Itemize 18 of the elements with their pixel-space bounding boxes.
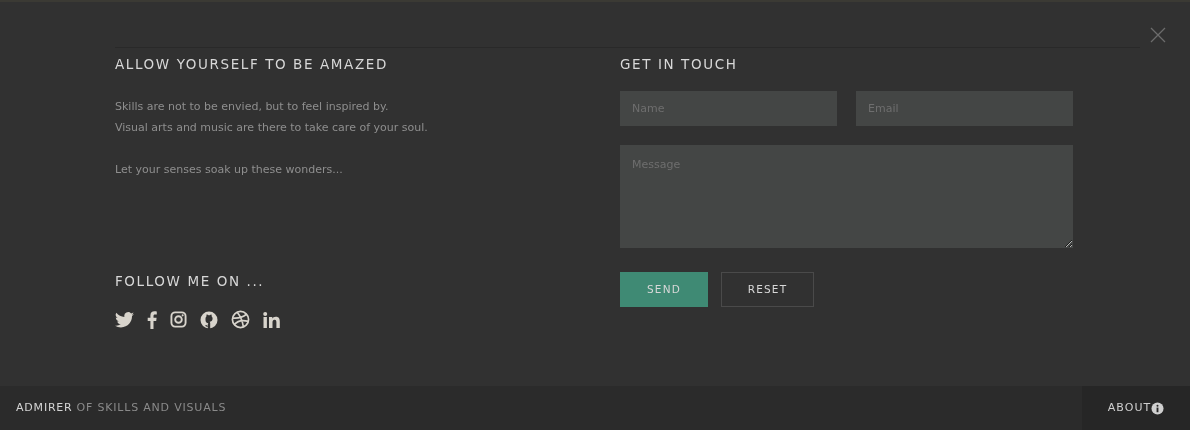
section-heading: FOLLOW ME ON ... [115, 273, 266, 290]
intro-text: Visual arts and music are there to take care of your soul. [115, 120, 429, 137]
facebook-icon[interactable] [147, 310, 157, 329]
linkedin-icon[interactable] [263, 311, 280, 328]
bird-icon[interactable] [115, 311, 134, 328]
intro-text: Skills are not to be envied, but to feel inspired by. [115, 99, 390, 116]
close-icon[interactable] [1150, 27, 1166, 43]
brand-tagline: OF SKILLS AND VISUALS [76, 399, 227, 416]
github-icon[interactable] [200, 310, 218, 329]
brand-name: ADMIRER [16, 399, 73, 416]
dribbble-icon[interactable] [231, 310, 250, 330]
about-link[interactable]: ABOUT [1082, 386, 1190, 430]
instagram-icon[interactable] [170, 311, 187, 329]
section-heading: ALLOW YOURSELF TO BE AMAZED [115, 56, 389, 73]
tagline-text: Let your senses soak up these wonders... [115, 162, 344, 179]
reset-button[interactable]: RESET [721, 272, 814, 308]
info-icon [1151, 401, 1165, 415]
section-heading: GET IN TOUCH [620, 56, 739, 73]
